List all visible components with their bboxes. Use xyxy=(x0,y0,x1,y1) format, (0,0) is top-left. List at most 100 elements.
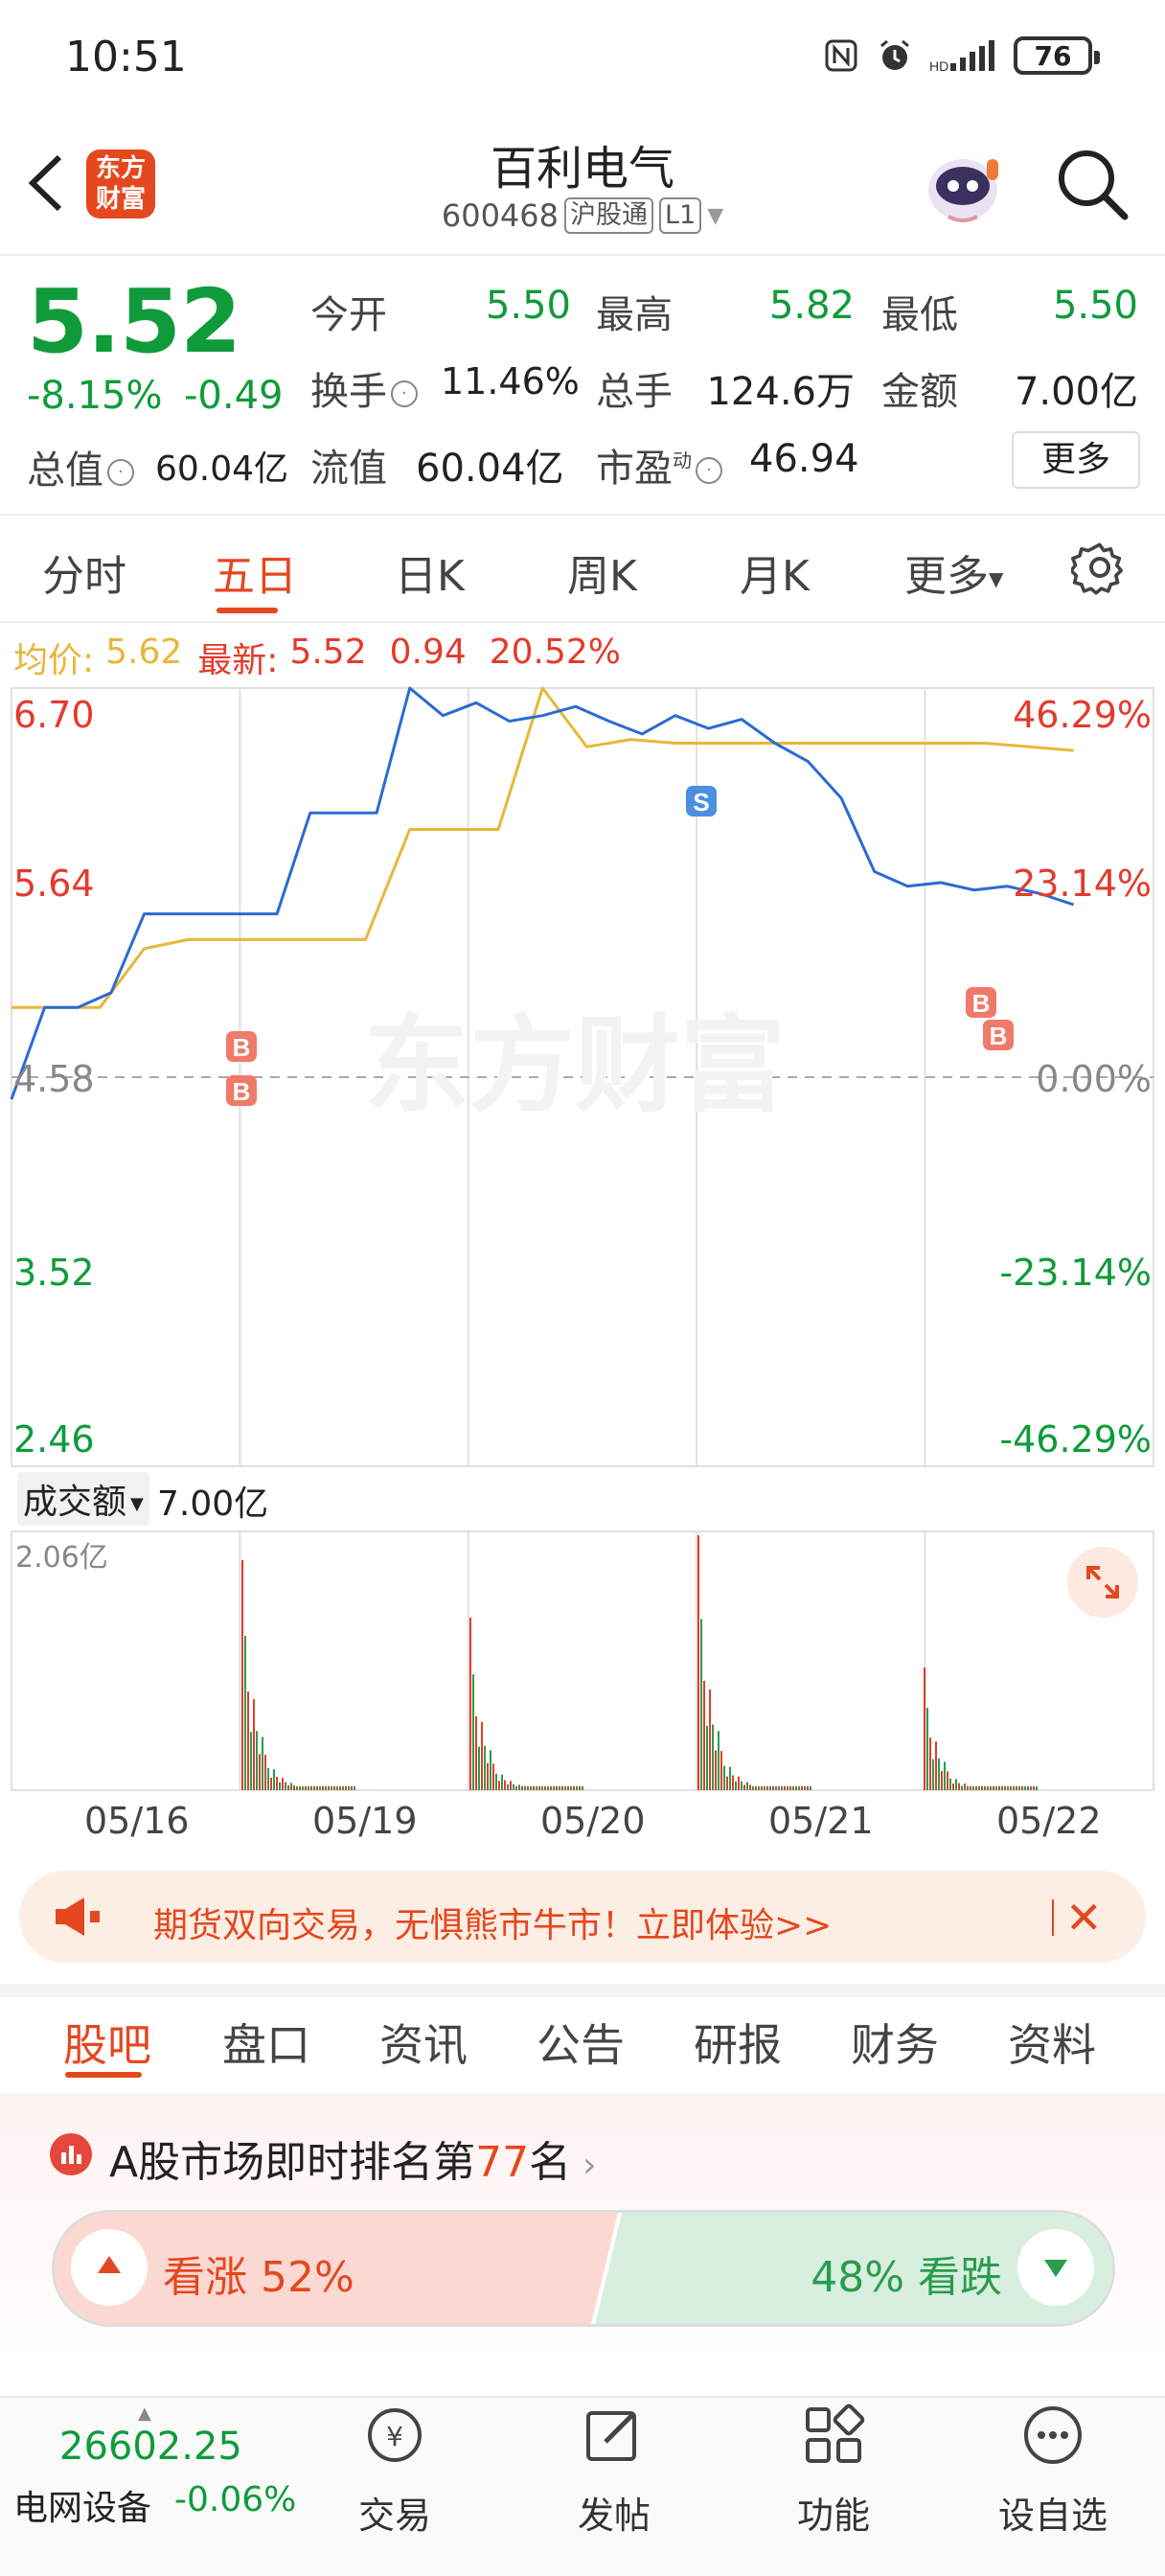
tab-announcements[interactable]: 公告 xyxy=(537,2011,625,2074)
tab-news[interactable]: 资讯 xyxy=(379,2011,468,2074)
nav-trade-label: 交易 xyxy=(357,2495,431,2537)
section-divider xyxy=(0,1984,1165,1997)
tab-5day[interactable]: 五日 xyxy=(213,541,297,603)
volume-bar xyxy=(342,1786,344,1790)
tab-intraday[interactable]: 分时 xyxy=(42,541,126,603)
open-value: 5.50 xyxy=(485,284,571,328)
volume-bar xyxy=(481,1721,483,1790)
x-tick-date: 05/22 xyxy=(996,1800,1102,1842)
search-button[interactable] xyxy=(1054,146,1131,222)
volume-bar xyxy=(735,1781,737,1790)
svg-text:¥: ¥ xyxy=(386,2421,403,2452)
info-icon[interactable]: · xyxy=(391,380,418,407)
volume-bar xyxy=(1030,1786,1032,1790)
volume-bar xyxy=(804,1786,806,1790)
ranking-text[interactable]: A股市场即时排名第77名 › xyxy=(109,2128,597,2189)
volume-bar xyxy=(947,1771,948,1790)
more-dots-icon xyxy=(1021,2404,1085,2467)
open-label: 今开 xyxy=(310,293,387,337)
volume-bar xyxy=(955,1779,957,1790)
volume-bar xyxy=(521,1786,523,1790)
info-icon[interactable]: · xyxy=(107,459,134,486)
ranking-prefix: A股市场即时排名第 xyxy=(109,2138,476,2187)
divider xyxy=(0,621,1165,623)
mcap-label-text: 总值 xyxy=(27,448,103,493)
tab-research[interactable]: 研报 xyxy=(694,2011,782,2074)
volume-type-select[interactable]: 成交额 ▼ xyxy=(17,1472,149,1526)
mcap-label: 总值 · xyxy=(27,439,134,494)
volume-bar xyxy=(958,1782,960,1790)
tab-pankou[interactable]: 盘口 xyxy=(222,2011,310,2074)
volume-bar xyxy=(319,1786,321,1790)
low-label: 最低 xyxy=(881,293,958,337)
pe-label: 市盈动 · xyxy=(596,437,722,493)
volume-bar xyxy=(703,1680,705,1790)
index-value[interactable]: 26602.25 xyxy=(59,2425,242,2469)
robot-assistant-icon[interactable] xyxy=(920,142,1006,228)
volume-bar xyxy=(538,1786,540,1790)
volume-bar xyxy=(345,1786,347,1790)
volume-bars xyxy=(241,1535,1038,1790)
latest-label: 最新: xyxy=(197,641,279,680)
volume-bar xyxy=(264,1755,266,1790)
volume-bar xyxy=(308,1786,309,1790)
volume-bar xyxy=(253,1699,255,1790)
volume-bar xyxy=(981,1786,983,1790)
x-tick-date: 05/20 xyxy=(540,1800,646,1842)
volume-bar xyxy=(929,1737,931,1790)
promo-text[interactable]: 期货双向交易，无惧熊市牛市！立即体验>> xyxy=(153,1898,832,1947)
tab-profile[interactable]: 资料 xyxy=(1008,2011,1096,2074)
volume-bar xyxy=(1016,1786,1017,1790)
settings-gear-icon[interactable] xyxy=(1069,539,1129,596)
volume-bar xyxy=(778,1786,780,1790)
volume-bar xyxy=(998,1786,1000,1790)
volume-bar xyxy=(738,1776,740,1790)
volume-bar xyxy=(941,1770,943,1790)
tab-monthly-k[interactable]: 月K xyxy=(740,541,810,603)
nav-trade[interactable]: ¥ 交易 xyxy=(332,2404,457,2539)
volume-bar xyxy=(935,1741,937,1790)
current-price: 5.52 xyxy=(27,270,241,373)
vote-bull-button[interactable] xyxy=(71,2229,148,2306)
volume-bar xyxy=(712,1724,714,1790)
five-day-chart[interactable]: 东方财富 BBSBB xyxy=(0,684,1165,1806)
close-icon[interactable]: ✕ xyxy=(1065,1896,1103,1940)
stock-code: 600468 xyxy=(441,197,559,234)
volume-value: 7.00亿 xyxy=(157,1484,269,1524)
y-tick-right: -23.14% xyxy=(999,1252,1152,1294)
expand-chart-button[interactable] xyxy=(1067,1547,1138,1618)
search-icon xyxy=(1059,150,1129,220)
avg-price-line xyxy=(11,686,1074,1009)
volume-bar xyxy=(510,1781,512,1790)
index-name[interactable]: 电网设备 xyxy=(13,2480,151,2530)
volume-bar xyxy=(1010,1786,1012,1790)
tab-daily-k[interactable]: 日K xyxy=(395,541,465,603)
volume-bar xyxy=(247,1691,249,1790)
volume-bar xyxy=(544,1786,546,1790)
volume-bar xyxy=(570,1786,572,1790)
nav-functions-label: 功能 xyxy=(796,2495,870,2537)
tab-guba[interactable]: 股吧 xyxy=(63,2011,151,2074)
volume-bar xyxy=(729,1766,731,1790)
more-quote-button[interactable]: 更多 xyxy=(1012,431,1140,489)
tab-underline xyxy=(217,608,278,613)
grid-icon xyxy=(802,2404,865,2467)
nav-add-watchlist[interactable]: 设自选 xyxy=(991,2404,1115,2539)
volume-bar xyxy=(990,1786,992,1790)
nav-post[interactable]: 发帖 xyxy=(552,2404,676,2539)
dropdown-icon[interactable]: ▼ xyxy=(707,204,723,228)
tab-finance[interactable]: 财务 xyxy=(851,2011,939,2074)
info-icon[interactable]: · xyxy=(696,457,722,484)
volume-bar xyxy=(964,1783,966,1790)
volume-bar xyxy=(354,1786,355,1790)
volume-bar xyxy=(276,1777,278,1790)
volume-bar xyxy=(732,1775,734,1790)
volume-bar xyxy=(536,1786,537,1790)
tab-weekly-k[interactable]: 周K xyxy=(567,541,637,603)
vote-bear-button[interactable] xyxy=(1017,2229,1094,2306)
nav-functions[interactable]: 功能 xyxy=(771,2404,896,2539)
svg-text:HD: HD xyxy=(929,58,948,73)
tab-more[interactable]: 更多▼ xyxy=(904,541,1003,603)
volume-bar xyxy=(961,1785,963,1790)
change-pct-value: 20.52% xyxy=(489,632,622,672)
